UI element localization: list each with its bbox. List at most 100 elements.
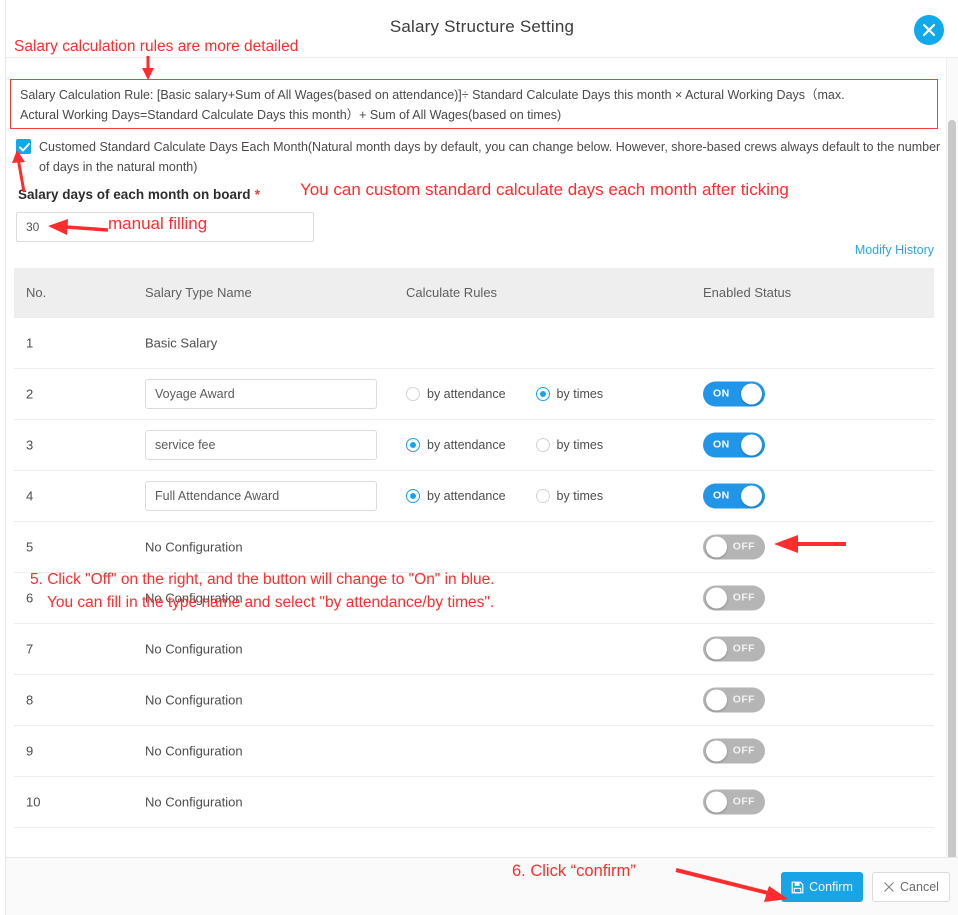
annotation-toggle-instructions: 5. Click "Off" on the right, and the but…	[30, 568, 495, 614]
salary-type-name-text: No Configuration	[145, 539, 243, 555]
enabled-status-toggle[interactable]: OFF	[703, 534, 765, 560]
row-number: 3	[26, 437, 34, 453]
row-number: 7	[26, 641, 34, 657]
calculate-rules-radio-group: by attendance by times	[406, 387, 603, 401]
dialog-left-edge	[0, 0, 6, 915]
row-number: 10	[26, 794, 41, 810]
calculate-rules-radio-group: by attendance by times	[406, 438, 603, 452]
toggle-knob	[706, 638, 727, 660]
radio-mark-icon	[535, 438, 550, 452]
toggle-label: OFF	[732, 693, 755, 706]
enabled-status-toggle[interactable]: ON	[703, 432, 765, 458]
enabled-status-toggle[interactable]: OFF	[703, 789, 765, 815]
salary-type-name-text: No Configuration	[145, 743, 243, 759]
enabled-status-toggle[interactable]: OFF	[703, 687, 765, 713]
row-number: 4	[26, 488, 34, 504]
row-number: 5	[26, 539, 34, 555]
annotation-custom-days: You can custom standard calculate days e…	[300, 180, 789, 199]
annotation-manual-filling: manual filling	[108, 214, 208, 233]
radio-label: by attendance	[427, 387, 506, 401]
radio-by-times[interactable]: by times	[535, 387, 604, 401]
enabled-status-toggle[interactable]: OFF	[703, 738, 765, 764]
modify-history-link[interactable]: Modify History	[855, 243, 934, 257]
salary-type-name-text: No Configuration	[145, 641, 243, 657]
column-header-salary-type-name: Salary Type Name	[145, 285, 252, 300]
radio-label: by times	[556, 489, 604, 503]
radio-by-times[interactable]: by times	[535, 489, 604, 503]
radio-mark-icon	[406, 387, 420, 401]
toggle-knob	[706, 791, 727, 813]
radio-label: by times	[556, 387, 604, 401]
enabled-status-toggle[interactable]: OFF	[703, 636, 765, 662]
column-header-calculate-rules: Calculate Rules	[406, 285, 498, 300]
customed-days-checkbox-label: Customed Standard Calculate Days Each Mo…	[39, 140, 941, 174]
toggle-knob	[706, 587, 727, 609]
toggle-knob	[741, 434, 762, 456]
salary-type-name-text: No Configuration	[145, 794, 243, 810]
vertical-scrollbar-track[interactable]	[946, 58, 958, 900]
calculate-rules-radio-group: by attendance by times	[406, 489, 603, 503]
table-row: 10 No Configuration OFF	[14, 777, 934, 828]
toggle-label: ON	[713, 489, 730, 502]
customed-days-checkbox[interactable]	[16, 139, 31, 154]
table-row: 4 by attendance by times ON	[14, 471, 934, 522]
enabled-status-toggle[interactable]: OFF	[703, 585, 765, 611]
row-number: 8	[26, 692, 34, 708]
salary-type-name-text: Basic Salary	[145, 335, 218, 351]
radio-by-attendance[interactable]: by attendance	[406, 489, 506, 503]
rule-line-2: Actural Working Days=Standard Calculate …	[20, 108, 562, 122]
customed-days-checkbox-row: Customed Standard Calculate Days Each Mo…	[14, 137, 942, 177]
salary-type-name-input[interactable]	[145, 481, 377, 511]
row-number: 2	[26, 386, 34, 402]
radio-label: by times	[556, 438, 604, 452]
table-row: 7 No Configuration OFF	[14, 624, 934, 675]
radio-mark-icon	[406, 489, 420, 503]
salary-type-name-input[interactable]	[145, 379, 377, 409]
vertical-scrollbar-thumb[interactable]	[948, 120, 956, 900]
table-row: 8 No Configuration OFF	[14, 675, 934, 726]
confirm-button[interactable]: Confirm	[781, 872, 863, 902]
salary-type-table: No. Salary Type Name Calculate Rules Ena…	[14, 268, 934, 838]
enabled-status-toggle[interactable]: ON	[703, 483, 765, 509]
salary-calculation-rule-box: Salary Calculation Rule: [Basic salary+S…	[10, 79, 938, 129]
annotation-toggle-line-1: 5. Click "Off" on the right, and the but…	[30, 571, 495, 588]
cancel-button-label: Cancel	[900, 880, 939, 894]
toggle-knob	[706, 740, 727, 762]
table-row: 1 Basic Salary	[14, 318, 934, 369]
toggle-knob	[706, 689, 727, 711]
table-row: 3 by attendance by times ON	[14, 420, 934, 471]
toggle-knob	[741, 485, 762, 507]
confirm-button-label: Confirm	[809, 880, 853, 894]
toggle-label: OFF	[732, 795, 755, 808]
salary-days-label: Salary days of each month on board *	[18, 186, 260, 202]
annotation-rules-detailed: Salary calculation rules are more detail…	[14, 38, 299, 55]
close-x-icon	[884, 882, 894, 892]
row-number: 9	[26, 743, 34, 759]
row-number: 1	[26, 335, 34, 351]
close-button[interactable]	[914, 15, 944, 45]
radio-by-attendance[interactable]: by attendance	[406, 438, 506, 452]
radio-mark-icon	[535, 387, 550, 401]
toggle-label: ON	[713, 438, 730, 451]
close-icon	[922, 23, 936, 37]
radio-label: by attendance	[427, 438, 506, 452]
radio-mark-icon	[406, 438, 420, 452]
enabled-status-toggle[interactable]: ON	[703, 381, 765, 407]
radio-by-times[interactable]: by times	[535, 438, 604, 452]
cancel-button[interactable]: Cancel	[872, 872, 950, 902]
dialog-footer: Confirm Cancel	[6, 857, 958, 915]
toggle-label: OFF	[732, 591, 755, 604]
toggle-label: OFF	[732, 540, 755, 553]
table-header-row: No. Salary Type Name Calculate Rules Ena…	[14, 268, 934, 318]
required-asterisk: *	[254, 186, 261, 202]
toggle-label: OFF	[732, 744, 755, 757]
save-icon	[791, 881, 804, 893]
toggle-label: OFF	[732, 642, 755, 655]
column-header-enabled-status: Enabled Status	[703, 285, 792, 300]
salary-structure-dialog: Salary Structure Setting Salary Calculat…	[0, 0, 958, 915]
salary-type-name-text: No Configuration	[145, 692, 243, 708]
table-row: 9 No Configuration OFF	[14, 726, 934, 777]
salary-type-name-input[interactable]	[145, 430, 377, 460]
check-icon	[19, 143, 30, 152]
radio-by-attendance[interactable]: by attendance	[406, 387, 506, 401]
